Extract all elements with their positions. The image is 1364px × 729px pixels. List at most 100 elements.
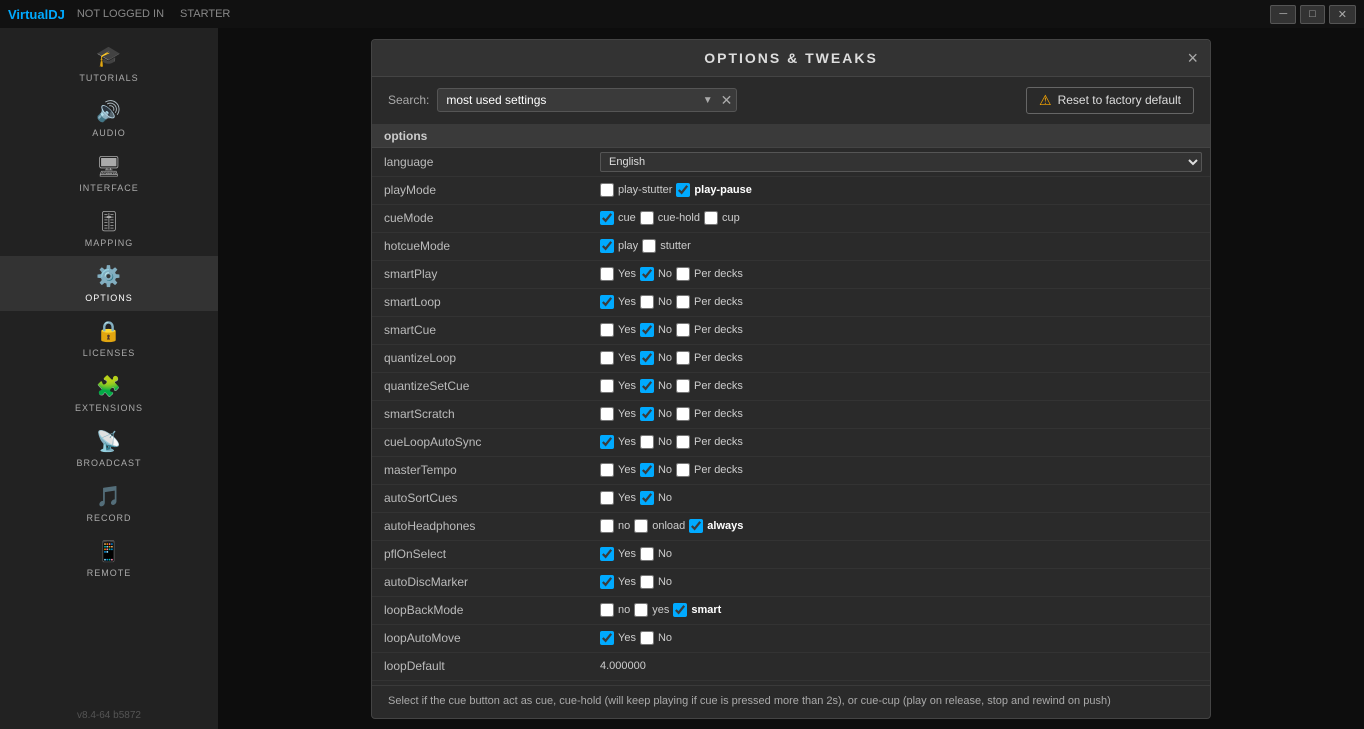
warning-icon: ⚠ xyxy=(1039,92,1052,109)
quantizeLoop-no-checkbox[interactable] xyxy=(640,351,654,365)
autoHeadphones-no-label: no xyxy=(618,520,630,532)
language-select[interactable]: English xyxy=(600,152,1202,172)
cueLoopAutoSync-perdecks-checkbox[interactable] xyxy=(676,435,690,449)
loopBackMode-yes-label: yes xyxy=(652,604,669,616)
cueLoopAutoSync-yes-checkbox[interactable] xyxy=(600,435,614,449)
sidebar-item-remote[interactable]: 📱 REMOTE xyxy=(0,531,218,586)
loopBackMode-yes-checkbox[interactable] xyxy=(634,603,648,617)
search-dropdown-button[interactable]: ▼ xyxy=(699,95,717,106)
masterTempo-no-checkbox[interactable] xyxy=(640,463,654,477)
sidebar-item-broadcast[interactable]: 📡 BROADCAST xyxy=(0,421,218,476)
cueMode-cuehold-label: cue-hold xyxy=(658,212,700,224)
cueMode-cup-checkbox[interactable] xyxy=(704,211,718,225)
option-name-cueLoopAutoSync: cueLoopAutoSync xyxy=(372,431,592,453)
smartCue-yes-checkbox[interactable] xyxy=(600,323,614,337)
pflOnSelect-yes-checkbox[interactable] xyxy=(600,547,614,561)
option-name-smartScratch: smartScratch xyxy=(372,403,592,425)
quantizeSetCue-no-checkbox[interactable] xyxy=(640,379,654,393)
playMode-playpause-label: play-pause xyxy=(694,184,751,196)
smartScratch-yes-label: Yes xyxy=(618,408,636,420)
close-app-button[interactable]: ✕ xyxy=(1329,5,1356,24)
cueMode-cue-checkbox[interactable] xyxy=(600,211,614,225)
smartLoop-perdecks-checkbox[interactable] xyxy=(676,295,690,309)
loopAutoMove-yes-checkbox[interactable] xyxy=(600,631,614,645)
extensions-icon: 🧩 xyxy=(96,374,121,399)
smartLoop-no-checkbox[interactable] xyxy=(640,295,654,309)
search-input[interactable] xyxy=(438,89,698,111)
smartPlay-no-checkbox[interactable] xyxy=(640,267,654,281)
autoHeadphones-onload-label: onload xyxy=(652,520,685,532)
modal-title: OPTIONS & TWEAKS xyxy=(704,50,878,66)
autoHeadphones-no-checkbox[interactable] xyxy=(600,519,614,533)
playMode-playstutter-checkbox[interactable] xyxy=(600,183,614,197)
smartScratch-yes-checkbox[interactable] xyxy=(600,407,614,421)
option-row-pflOnSelect: pflOnSelect Yes No xyxy=(372,541,1210,569)
sidebar-label-interface: INTERFACE xyxy=(79,183,139,193)
autoDiscMarker-no-checkbox[interactable] xyxy=(640,575,654,589)
search-input-wrap: ▼ ✕ xyxy=(437,88,737,112)
smartCue-no-label: No xyxy=(658,324,672,336)
sidebar-item-tutorials[interactable]: 🎓 TUTORIALS xyxy=(0,36,218,91)
reset-factory-button[interactable]: ⚠ Reset to factory default xyxy=(1026,87,1194,114)
sidebar-item-audio[interactable]: 🔊 AUDIO xyxy=(0,91,218,146)
record-icon: 🎵 xyxy=(96,484,121,509)
hotcueMode-play-checkbox[interactable] xyxy=(600,239,614,253)
autoDiscMarker-yes-label: Yes xyxy=(618,576,636,588)
loopBackMode-no-checkbox[interactable] xyxy=(600,603,614,617)
sidebar-label-remote: REMOTE xyxy=(87,568,132,578)
maximize-button[interactable]: □ xyxy=(1300,5,1325,24)
smartCue-no-checkbox[interactable] xyxy=(640,323,654,337)
sidebar-item-licenses[interactable]: 🔒 LICENSES xyxy=(0,311,218,366)
autoSortCues-yes-checkbox[interactable] xyxy=(600,491,614,505)
cueMode-cup-label: cup xyxy=(722,212,740,224)
sidebar-item-options[interactable]: ⚙️ OPTIONS xyxy=(0,256,218,311)
search-clear-button[interactable]: ✕ xyxy=(717,92,737,109)
autoHeadphones-onload-checkbox[interactable] xyxy=(634,519,648,533)
sidebar-item-extensions[interactable]: 🧩 EXTENSIONS xyxy=(0,366,218,421)
modal-close-button[interactable]: × xyxy=(1187,48,1198,69)
autoHeadphones-always-checkbox[interactable] xyxy=(689,519,703,533)
pflOnSelect-yes-label: Yes xyxy=(618,548,636,560)
option-row-quantizeLoop: quantizeLoop Yes No Per decks xyxy=(372,345,1210,373)
version-label: v8.4-64 b5872 xyxy=(77,710,141,721)
cueMode-cuehold-checkbox[interactable] xyxy=(640,211,654,225)
sidebar-item-mapping[interactable]: 🎚 MAPPING xyxy=(0,201,218,256)
autoDiscMarker-yes-checkbox[interactable] xyxy=(600,575,614,589)
sidebar-item-interface[interactable]: 🖥 INTERFACE xyxy=(0,146,218,201)
sidebar-label-extensions: EXTENSIONS xyxy=(75,403,143,413)
smartScratch-perdecks-checkbox[interactable] xyxy=(676,407,690,421)
quantizeLoop-yes-checkbox[interactable] xyxy=(600,351,614,365)
option-name-loopBackMode: loopBackMode xyxy=(372,599,592,621)
options-section-header: options xyxy=(372,125,1210,148)
masterTempo-yes-checkbox[interactable] xyxy=(600,463,614,477)
minimize-button[interactable]: ─ xyxy=(1270,5,1296,24)
quantizeSetCue-perdecks-label: Per decks xyxy=(694,380,743,392)
masterTempo-perdecks-checkbox[interactable] xyxy=(676,463,690,477)
autoSortCues-yes-label: Yes xyxy=(618,492,636,504)
quantizeLoop-perdecks-checkbox[interactable] xyxy=(676,351,690,365)
hotcueMode-stutter-checkbox[interactable] xyxy=(642,239,656,253)
cueLoopAutoSync-no-checkbox[interactable] xyxy=(640,435,654,449)
option-name-loopDefault: loopDefault xyxy=(372,655,592,677)
playMode-playpause-checkbox[interactable] xyxy=(676,183,690,197)
broadcast-icon: 📡 xyxy=(96,429,121,454)
option-controls-hotcueMode: play stutter xyxy=(592,235,1210,257)
option-name-language: language xyxy=(372,151,592,173)
smartScratch-no-checkbox[interactable] xyxy=(640,407,654,421)
quantizeSetCue-yes-checkbox[interactable] xyxy=(600,379,614,393)
option-name-smartPlay: smartPlay xyxy=(372,263,592,285)
smartPlay-perdecks-checkbox[interactable] xyxy=(676,267,690,281)
tutorials-icon: 🎓 xyxy=(96,44,121,69)
sidebar-item-record[interactable]: 🎵 RECORD xyxy=(0,476,218,531)
loopBackMode-smart-checkbox[interactable] xyxy=(673,603,687,617)
pflOnSelect-no-checkbox[interactable] xyxy=(640,547,654,561)
autoSortCues-no-checkbox[interactable] xyxy=(640,491,654,505)
smartCue-perdecks-checkbox[interactable] xyxy=(676,323,690,337)
option-row-smartScratch: smartScratch Yes No Per decks xyxy=(372,401,1210,429)
quantizeSetCue-perdecks-checkbox[interactable] xyxy=(676,379,690,393)
smartPlay-yes-checkbox[interactable] xyxy=(600,267,614,281)
loopAutoMove-no-checkbox[interactable] xyxy=(640,631,654,645)
cueLoopAutoSync-yes-label: Yes xyxy=(618,436,636,448)
autoDiscMarker-no-label: No xyxy=(658,576,672,588)
smartLoop-yes-checkbox[interactable] xyxy=(600,295,614,309)
